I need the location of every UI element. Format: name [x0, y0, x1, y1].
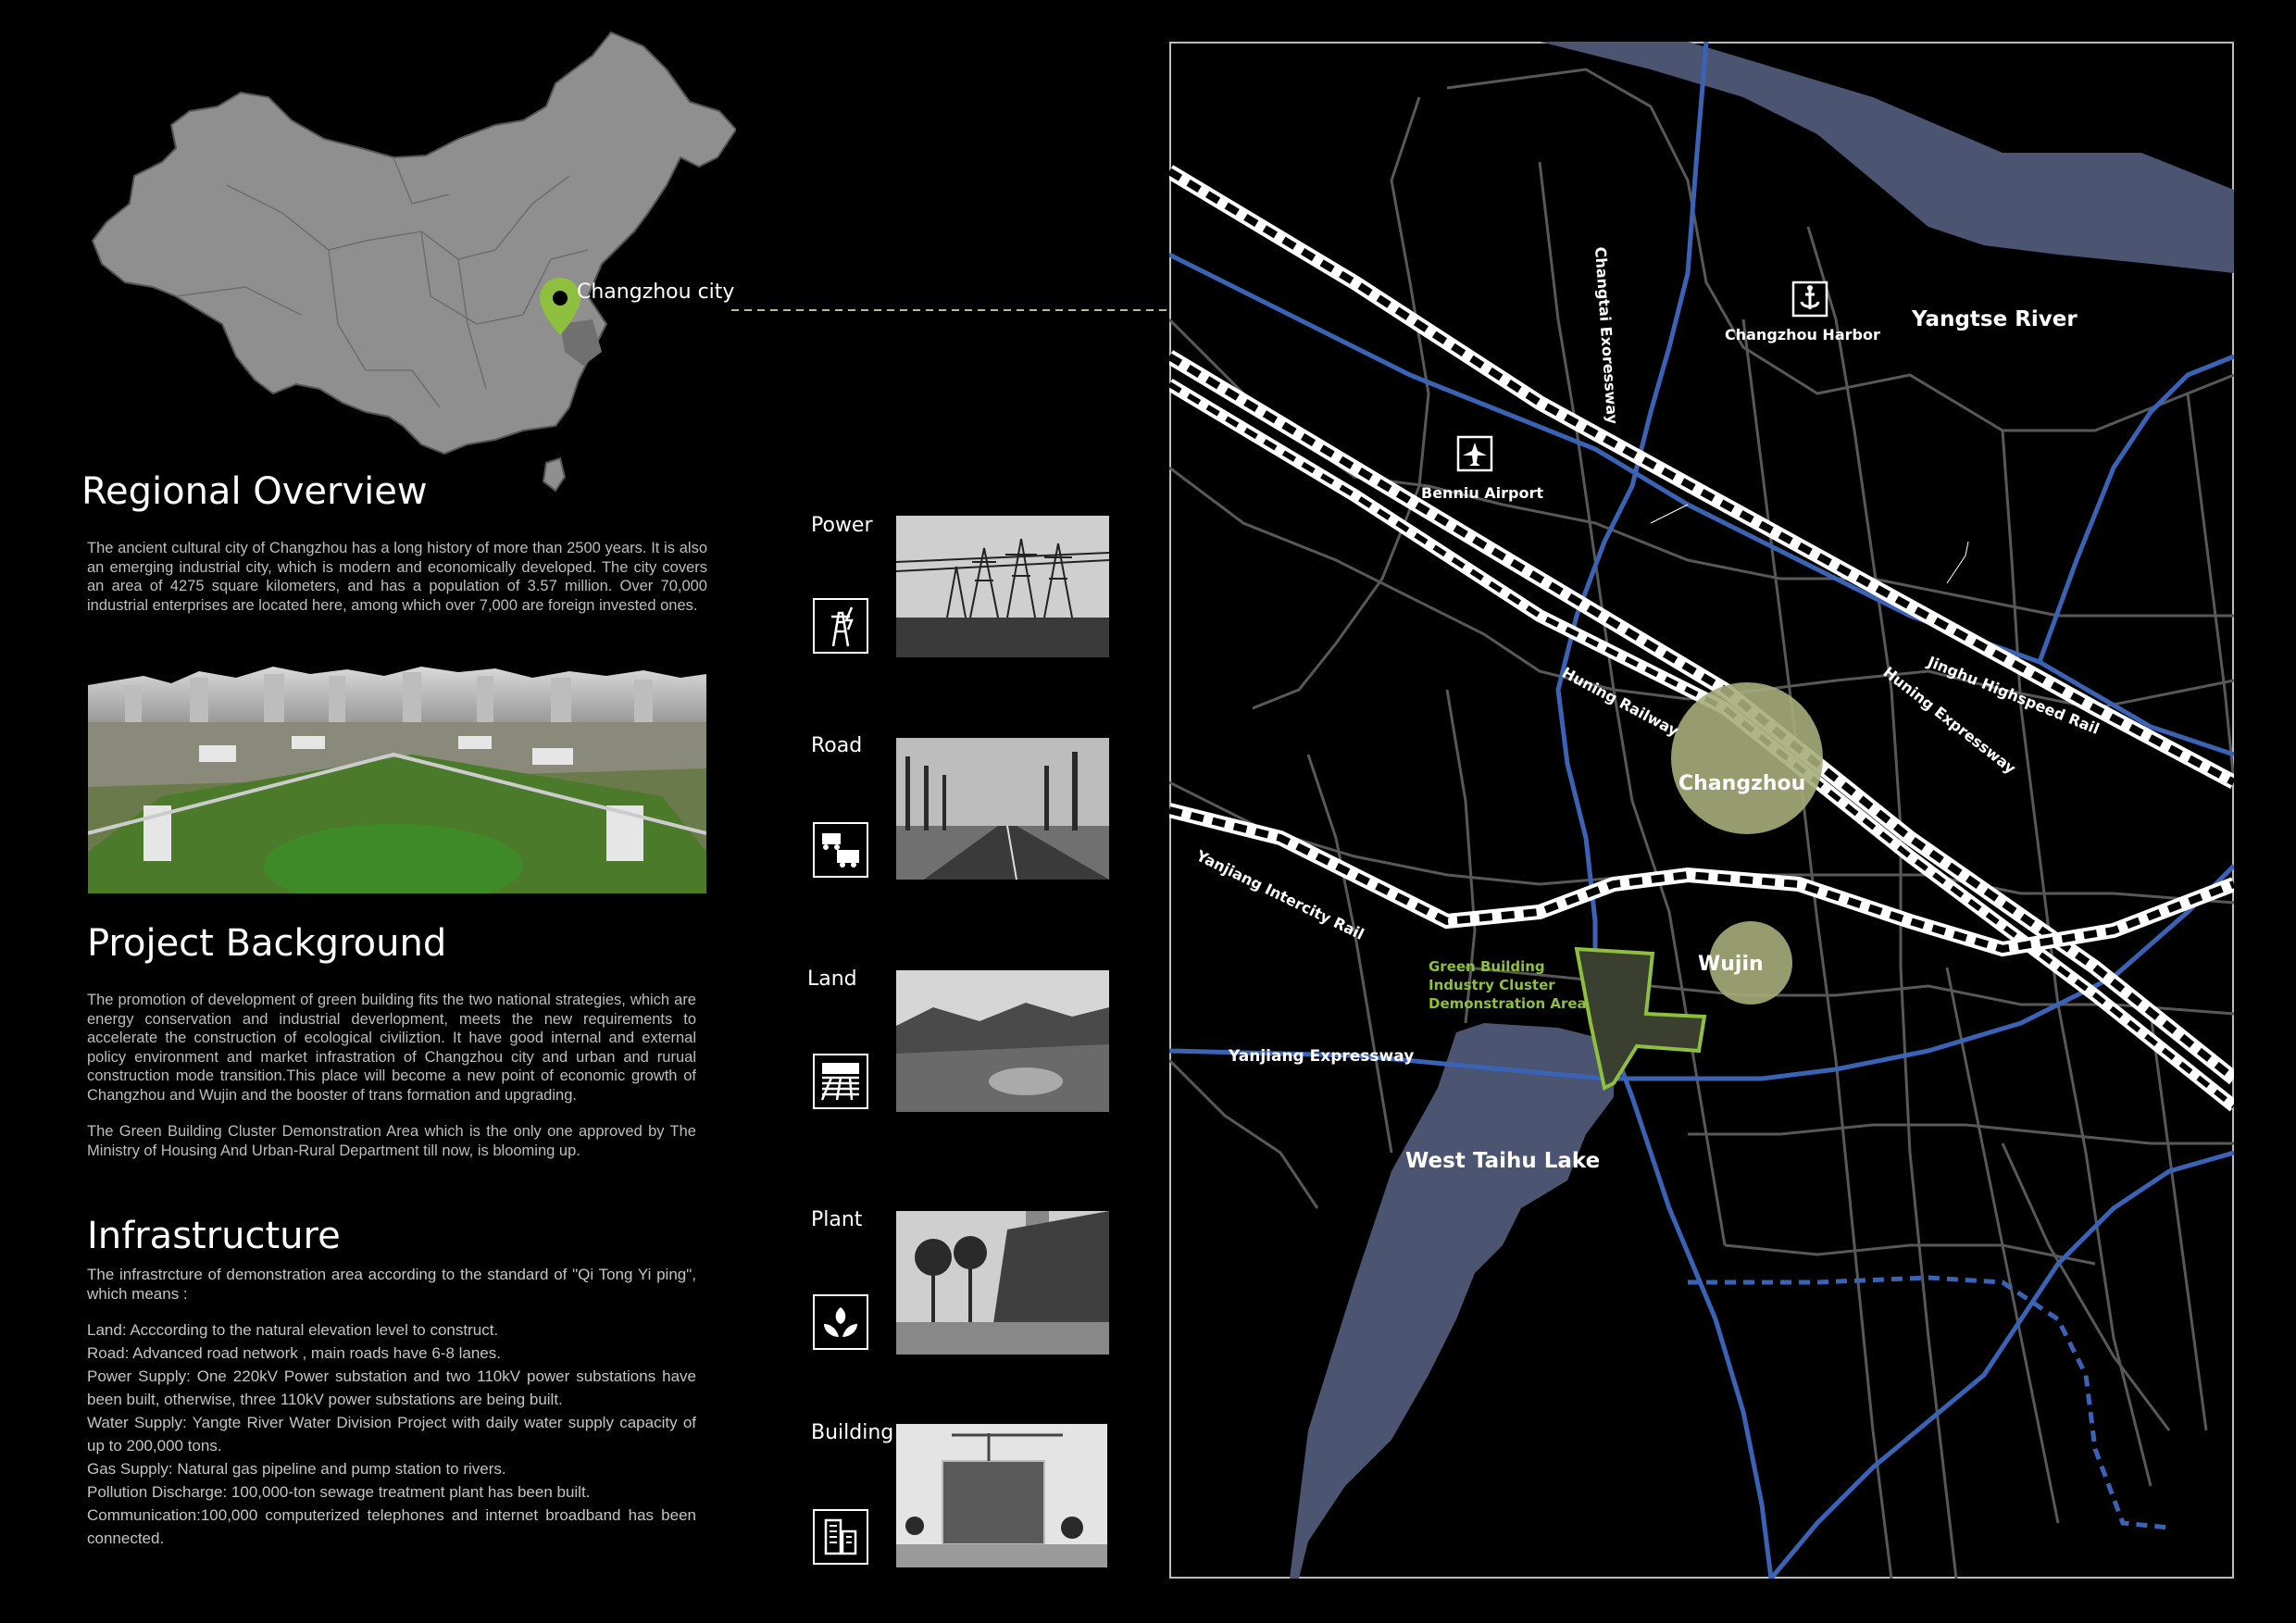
infrastructure-item: Gas Supply: Natural gas pipeline and pum…: [87, 1460, 506, 1478]
changzhou-district: [1671, 682, 1823, 834]
label-green-area-1: Green Building: [1429, 958, 1545, 975]
label-changzhou-harbor: Changzhou Harbor: [1725, 326, 1880, 343]
farmland-icon: [813, 1054, 868, 1109]
regional-overview-text: The ancient cultural city of Changzhou h…: [87, 540, 707, 614]
infrastructure-item: Power Supply: One 220kV Power substation…: [87, 1367, 696, 1408]
project-background-para-2: The Green Building Cluster Demonstration…: [87, 1123, 696, 1159]
power-tower-icon: [813, 598, 868, 654]
infra-label-building: Building: [811, 1421, 894, 1444]
airport-icon: [1456, 435, 1493, 472]
infra-label-power: Power: [811, 514, 873, 537]
building-photo: [896, 1424, 1107, 1567]
label-yanjiang-expressway: Yanjiang Expressway: [1228, 1047, 1414, 1066]
aerial-photo: [88, 667, 706, 893]
label-west-taihu-lake: West Taihu Lake: [1405, 1149, 1600, 1173]
label-changzhou: Changzhou: [1678, 772, 1805, 795]
regional-overview-title: Regional Overview: [81, 470, 428, 513]
infrastructure-item: Land: Acccording to the natural elevatio…: [87, 1321, 499, 1339]
project-background-title: Project Background: [87, 922, 447, 965]
power-photo: [895, 516, 1110, 657]
infrastructure-item: Communication:100,000 computerized telep…: [87, 1506, 696, 1547]
label-green-area-3: Demonstration Area: [1429, 995, 1587, 1012]
plant-photo: [896, 1211, 1109, 1355]
anchor-icon: [1791, 281, 1828, 318]
city-map: Yangtse River Changzhou Harbor Benniu Ai…: [1169, 42, 2234, 1579]
infra-label-plant: Plant: [811, 1208, 863, 1231]
leaves-icon: [813, 1294, 868, 1350]
land-photo: [896, 970, 1109, 1112]
infrastructure-item: Road: Advanced road network , main roads…: [87, 1344, 501, 1362]
project-background-text: The promotion of development of green bu…: [87, 991, 696, 1178]
infrastructure-text: The infrastrcture of demonstration area …: [87, 1265, 696, 1550]
label-benniu-airport: Benniu Airport: [1421, 484, 1543, 502]
project-background-para-1: The promotion of development of green bu…: [87, 992, 696, 1104]
label-wujin: Wujin: [1698, 953, 1764, 976]
road-photo: [896, 738, 1109, 880]
infra-label-road: Road: [811, 734, 863, 757]
label-yangtse-river: Yangtse River: [1911, 307, 2078, 331]
infra-label-land: Land: [807, 968, 857, 991]
buildings-icon: [813, 1509, 868, 1565]
infrastructure-item: Pollution Discharge: 100,000-ton sewage …: [87, 1483, 591, 1501]
infrastructure-intro: The infrastrcture of demonstration area …: [87, 1266, 696, 1303]
infrastructure-title: Infrastructure: [87, 1215, 341, 1257]
vehicles-icon: [813, 822, 868, 878]
infrastructure-item: Water Supply: Yangte River Water Divisio…: [87, 1414, 696, 1454]
label-green-area-2: Industry Cluster: [1429, 977, 1555, 993]
